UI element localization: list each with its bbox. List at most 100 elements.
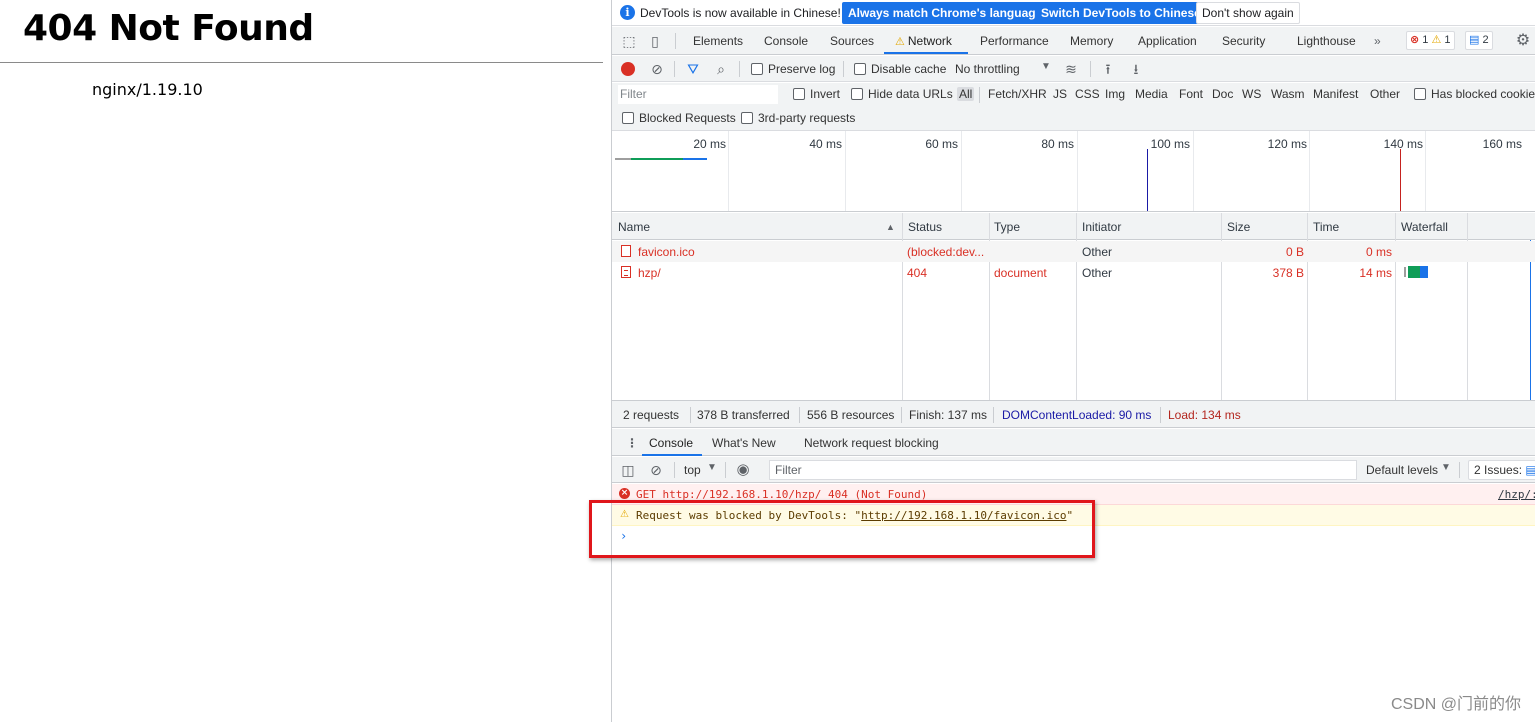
divider [690,407,691,423]
summary-transferred: 378 B transferred [697,408,790,422]
tab-network[interactable]: ⚠ Network [895,34,952,48]
type-filter-font[interactable]: Font [1177,87,1205,101]
drawer-tab-whats-new[interactable]: What's New [712,436,776,450]
clear-console-icon[interactable]: ⊘ [647,461,665,479]
filter-input[interactable]: Filter [618,85,778,104]
export-har-icon[interactable]: ⭳ [1127,60,1145,78]
eye-icon[interactable]: ◉ [734,461,752,479]
table-row[interactable]: hzp/ 404 document Other 378 B 14 ms [612,262,1535,283]
column-status[interactable]: Status [908,220,942,234]
network-overview[interactable]: 20 ms 40 ms 60 ms 80 ms 100 ms 120 ms 14… [612,131,1535,212]
disable-cache-checkbox[interactable] [854,63,866,75]
inspect-element-icon[interactable]: ⬚ [621,33,637,49]
summary-resources: 556 B resources [807,408,895,422]
network-conditions-icon[interactable]: ≋ [1062,60,1080,78]
column-type[interactable]: Type [994,220,1020,234]
tab-application[interactable]: Application [1138,34,1197,48]
tab-sources[interactable]: Sources [830,34,874,48]
has-blocked-cookies-label: Has blocked cookie [1431,87,1535,101]
type-filter-other[interactable]: Other [1368,87,1402,101]
sidebar-toggle-icon[interactable]: ◫ [619,461,637,479]
drawer-tab-network-request-blocking[interactable]: Network request blocking [804,436,939,450]
settings-gear-icon[interactable]: ⚙ [1515,33,1531,49]
tab-lighthouse[interactable]: Lighthouse [1297,34,1356,48]
warning-icon: ⚠ [1431,34,1442,46]
preserve-log-checkbox[interactable] [751,63,763,75]
console-toolbar: ◫ ⊘ top ▼ ◉ Filter Default levels ▼ 2 Is… [612,457,1535,483]
grid-line [845,131,846,211]
clear-icon[interactable]: ⊘ [648,60,666,78]
watermark: CSDN @门前的你 [1390,696,1521,713]
throttling-select[interactable]: No throttling [955,62,1020,76]
summary-requests: 2 requests [623,408,680,422]
column-name[interactable]: Name [618,220,650,234]
chevron-down-icon: ▼ [707,462,717,473]
devtools-panel: i DevTools is now available in Chinese! … [611,0,1535,722]
has-blocked-cookies-checkbox[interactable] [1414,88,1426,100]
preserve-log-label: Preserve log [768,62,836,76]
device-toolbar-icon[interactable]: ▯ [647,33,663,49]
error-warning-badge[interactable]: ⊗ 1 ⚠ 1 [1406,31,1455,50]
tab-memory[interactable]: Memory [1070,34,1113,48]
divider [979,87,980,103]
dont-show-again-button[interactable]: Don't show again [1196,2,1300,24]
filter-funnel-icon[interactable]: ⛛ [684,60,702,78]
type-filter-css[interactable]: CSS [1073,87,1102,101]
record-button[interactable] [621,62,635,76]
drawer-tab-console[interactable]: Console [649,436,693,450]
type-filter-media[interactable]: Media [1133,87,1170,101]
chevron-down-icon: ▼ [1041,61,1051,72]
column-time[interactable]: Time [1313,220,1339,234]
filter-bar-secondary: Blocked Requests 3rd-party requests [612,107,1535,131]
request-time: 0 ms [1365,245,1392,259]
console-filter-input[interactable]: Filter [769,460,1357,480]
context-selector[interactable]: top [684,463,701,477]
summary-dom-content-loaded: DOMContentLoaded: 90 ms [1002,408,1152,422]
column-waterfall[interactable]: Waterfall [1401,220,1448,234]
warning-icon: ⚠ [895,36,905,48]
switch-to-chinese-button[interactable]: Switch DevTools to Chinese [1035,2,1207,24]
table-row[interactable]: favicon.ico (blocked:dev... Other 0 B 0 … [612,241,1535,262]
tab-console[interactable]: Console [764,34,808,48]
divider [675,33,676,49]
column-initiator[interactable]: Initiator [1082,220,1121,234]
drawer-tabbar: ⋮ Console What's New Network request blo… [612,429,1535,456]
type-filter-fetch-xhr[interactable]: Fetch/XHR [986,87,1049,101]
hide-data-urls-checkbox[interactable] [851,88,863,100]
overview-bar-download [683,158,707,160]
divider [725,462,726,478]
always-match-language-button[interactable]: Always match Chrome's language [842,2,1049,24]
drawer-menu-icon[interactable]: ⋮ [626,436,638,450]
error-source-link[interactable]: /hzp/:1 [1498,488,1535,501]
active-tab-indicator [642,454,702,456]
divider [993,407,994,423]
summary-load: Load: 134 ms [1168,408,1241,422]
tab-elements[interactable]: Elements [693,34,743,48]
column-size[interactable]: Size [1227,220,1250,234]
type-filter-wasm[interactable]: Wasm [1269,87,1307,101]
messages-badge[interactable]: ▤ 2 [1465,31,1493,50]
chevron-down-icon: ▼ [1441,462,1451,473]
type-filter-img[interactable]: Img [1103,87,1127,101]
devtools-tabbar: ⬚ ▯ Elements Console Sources ⚠ Network Pe… [612,27,1535,55]
type-filter-all[interactable]: All [957,87,975,101]
search-icon[interactable]: ⌕ [712,60,730,78]
type-filter-manifest[interactable]: Manifest [1311,87,1360,101]
tab-network-label: Network [907,34,952,48]
tab-security[interactable]: Security [1222,34,1265,48]
tab-performance[interactable]: Performance [980,34,1049,48]
type-filter-doc[interactable]: Doc [1210,87,1235,101]
third-party-checkbox[interactable] [741,112,753,124]
import-har-icon[interactable]: ⭱ [1099,60,1117,78]
invert-checkbox[interactable] [793,88,805,100]
log-levels-select[interactable]: Default levels [1366,463,1438,477]
blocked-requests-checkbox[interactable] [622,112,634,124]
document-icon [621,266,631,278]
tick-label: 140 ms [1383,137,1423,151]
issues-button[interactable]: 2 Issues: ▤ [1468,460,1535,480]
type-filter-js[interactable]: JS [1051,87,1069,101]
warning-count: 1 [1444,34,1451,46]
type-filter-ws[interactable]: WS [1240,87,1263,101]
overview-bar-queue [615,158,631,160]
more-tabs-icon[interactable]: » [1374,34,1381,48]
